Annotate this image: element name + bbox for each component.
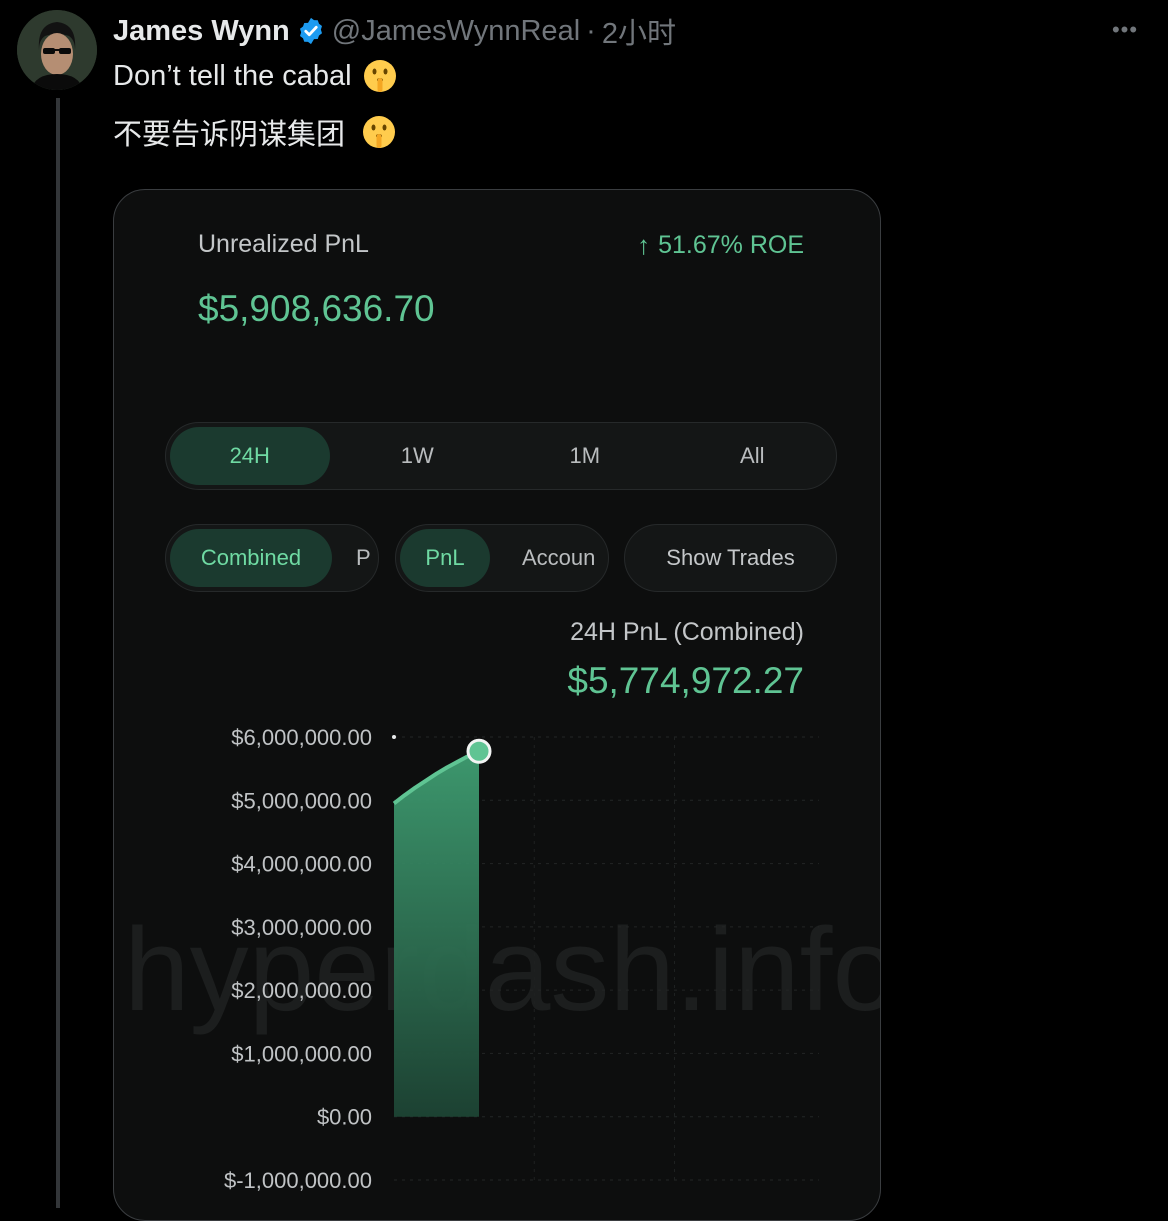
y-tick-label: $-1,000,000.00 [224,1168,372,1193]
shushing-face-emoji-icon [362,58,398,94]
time-range-selector: 24H 1W 1M All [165,422,837,490]
tweet-text-english: Don’t tell the cabal [113,59,352,92]
unrealized-pnl-label: Unrealized PnL [198,230,369,258]
tweet-media-image[interactable]: Unrealized PnL ↑ 51.67% ROE $5,908,636.7… [113,189,881,1221]
range-tab-1m[interactable]: 1M [505,427,665,485]
y-tick-label: $4,000,000.00 [231,852,372,877]
separator-dot: · [586,14,596,47]
author-handle[interactable]: @JamesWynnReal [332,15,580,48]
pnl-area-chart[interactable]: hyperdash.info $6,000,000.00$5,000,000.0… [114,690,880,1220]
range-tab-all[interactable]: All [673,427,833,485]
tweet-header: James Wynn @JamesWynnReal · 2小时 [113,10,676,52]
avatar[interactable] [17,10,97,90]
show-trades-button[interactable]: Show Trades [624,524,837,592]
author-name[interactable]: James Wynn [113,15,290,48]
range-tab-24h[interactable]: 24H [170,427,330,485]
y-tick-label: $0.00 [317,1105,372,1130]
current-value-marker[interactable] [466,738,492,764]
y-tick-label: $3,000,000.00 [231,915,372,940]
thread-line [56,98,60,1208]
tweet-text-chinese: 不要告诉阴谋集团 [113,119,346,151]
y-tick-label: $2,000,000.00 [231,978,372,1003]
metric-selector: PnL Accoun [395,524,609,592]
y-tick-label: $6,000,000.00 [231,725,372,750]
verified-badge-icon [296,16,326,46]
mode-tab-truncated[interactable]: P [356,529,378,587]
more-options-icon[interactable]: ••• [1104,12,1146,48]
pnl-area-fill [394,751,479,1117]
chart-title: 24H PnL (Combined) [570,618,804,646]
roe-value: 51.67% ROE [658,231,804,259]
tweet-timestamp[interactable]: 2小时 [602,10,676,52]
unrealized-pnl-value: $5,908,636.70 [198,288,435,329]
tweet-text-line-2: 不要告诉阴谋集团 [113,112,397,152]
y-tick-label: $1,000,000.00 [231,1041,372,1066]
range-tab-1w[interactable]: 1W [338,427,498,485]
arrow-up-icon: ↑ [637,230,651,260]
mode-selector: Combined P [165,524,379,592]
chart-start-dot [392,735,396,739]
metric-tab-account[interactable]: Accoun [522,529,608,587]
roe-indicator: ↑ 51.67% ROE [637,230,804,261]
shushing-face-emoji-icon [361,114,397,150]
y-tick-label: $5,000,000.00 [231,788,372,813]
tweet-text-line-1: Don’t tell the cabal [113,56,398,96]
metric-tab-pnl[interactable]: PnL [400,529,490,587]
mode-tab-combined[interactable]: Combined [170,529,332,587]
